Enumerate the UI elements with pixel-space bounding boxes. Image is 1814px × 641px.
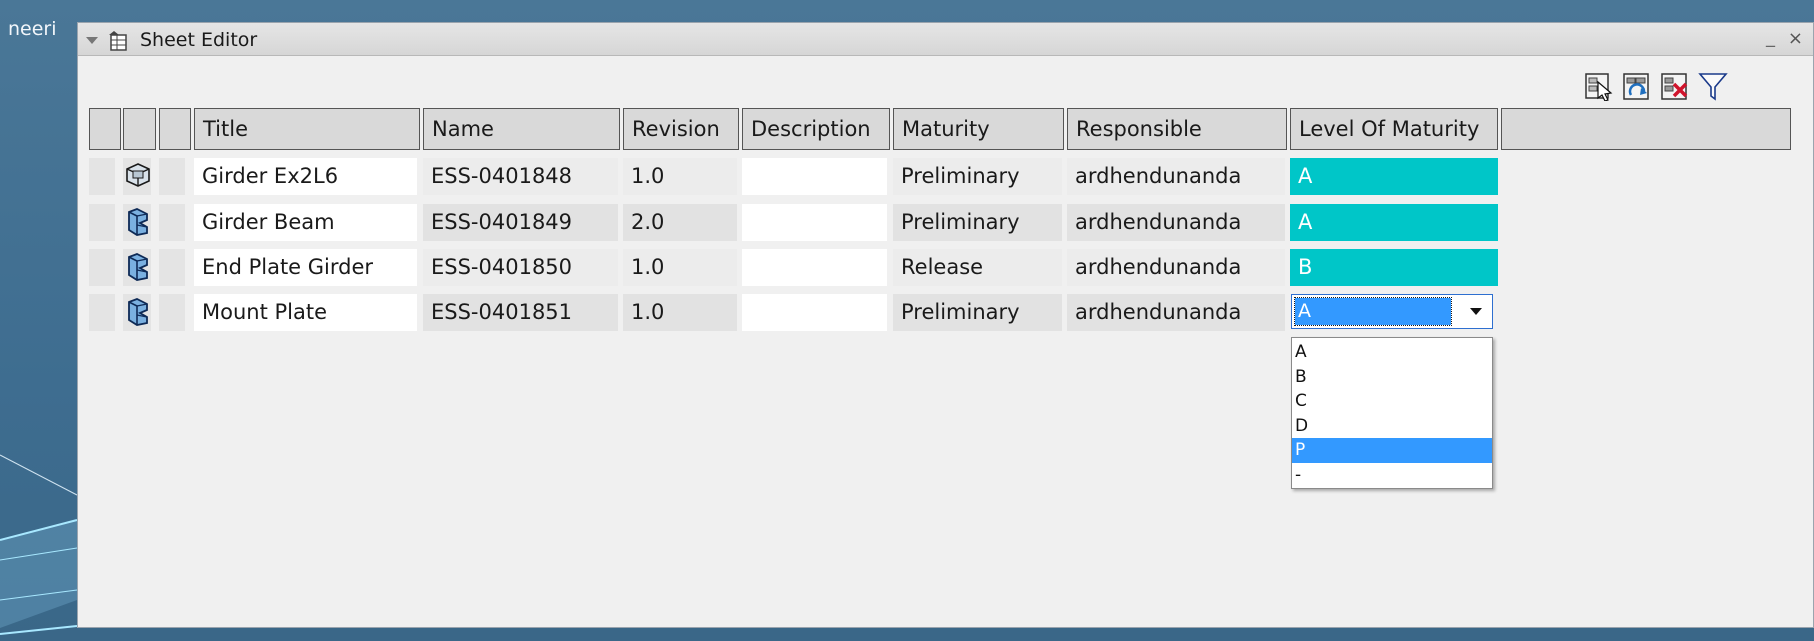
dropdown-option[interactable]: P (1292, 438, 1492, 463)
cell-title[interactable]: Girder Beam (194, 204, 417, 241)
row-selector[interactable] (89, 294, 115, 331)
product-icon (125, 162, 151, 192)
cell-description[interactable] (742, 204, 887, 241)
dropdown-option[interactable]: C (1292, 389, 1492, 414)
cell-revision[interactable]: 1.0 (623, 249, 737, 286)
cell-name[interactable]: ESS-0401849 (423, 204, 618, 241)
select-in-tree-icon (1585, 73, 1613, 101)
window-titlebar[interactable]: Sheet Editor _ × (78, 23, 1813, 56)
row-header-cell[interactable] (159, 158, 185, 195)
cell-maturity[interactable]: Preliminary (893, 158, 1062, 195)
chevron-down-icon (1470, 307, 1482, 315)
col-header-responsible[interactable]: Responsible (1067, 108, 1287, 150)
close-button[interactable]: × (1788, 28, 1803, 49)
cell-title[interactable]: Mount Plate (194, 294, 417, 331)
part-icon (125, 298, 151, 330)
row-header-cell[interactable] (159, 249, 185, 286)
row-selector[interactable] (89, 249, 115, 286)
cell-responsible[interactable]: ardhendunanda (1067, 294, 1285, 331)
cell-revision[interactable]: 2.0 (623, 204, 737, 241)
rowhead-col-3[interactable] (159, 108, 191, 150)
col-header-description[interactable]: Description (742, 108, 890, 150)
col-header-title[interactable]: Title (194, 108, 420, 150)
cell-description[interactable] (742, 158, 887, 195)
refresh-sheet-icon (1623, 73, 1649, 100)
cell-description[interactable] (742, 249, 887, 286)
cell-responsible[interactable]: ardhendunanda (1067, 204, 1285, 241)
cell-level[interactable]: A (1290, 204, 1498, 241)
row-header-cell[interactable] (159, 204, 185, 241)
cell-name[interactable]: ESS-0401850 (423, 249, 618, 286)
level-of-maturity-combobox[interactable]: A (1291, 294, 1493, 329)
cell-revision[interactable]: 1.0 (623, 294, 737, 331)
cell-revision[interactable]: 1.0 (623, 158, 737, 195)
dropdown-option[interactable]: - (1292, 463, 1492, 488)
combobox-dropdown-button[interactable] (1464, 298, 1488, 325)
cell-responsible[interactable]: ardhendunanda (1067, 158, 1285, 195)
remove-rows-button[interactable] (1658, 69, 1692, 103)
part-icon (125, 208, 151, 240)
cell-level[interactable]: B (1290, 249, 1498, 286)
refresh-sheet-button[interactable] (1620, 69, 1654, 103)
col-header-revision[interactable]: Revision (623, 108, 739, 150)
col-header-level[interactable]: Level Of Maturity (1290, 108, 1498, 150)
filter-icon (1698, 73, 1728, 101)
row-header-cell[interactable] (159, 294, 185, 331)
dropdown-option[interactable]: B (1292, 365, 1492, 390)
minimize-button[interactable]: _ (1766, 27, 1775, 48)
rowhead-col-2[interactable] (123, 108, 156, 150)
collapse-arrow-icon[interactable] (86, 37, 98, 45)
cell-name[interactable]: ESS-0401848 (423, 158, 618, 195)
cell-title[interactable]: Girder Ex2L6 (194, 158, 417, 195)
dropdown-option[interactable]: D (1292, 414, 1492, 439)
col-header-name[interactable]: Name (423, 108, 620, 150)
cell-maturity[interactable]: Preliminary (893, 204, 1062, 241)
remove-rows-icon (1661, 73, 1688, 100)
row-selector[interactable] (89, 158, 115, 195)
col-header-spare[interactable] (1501, 108, 1791, 150)
window-title: Sheet Editor (140, 29, 258, 51)
dropdown-option[interactable]: A (1292, 340, 1492, 365)
filter-button[interactable] (1696, 69, 1730, 103)
sheet-editor-window[interactable]: Sheet Editor _ × Title Name Revision Des… (77, 22, 1814, 628)
cell-maturity[interactable]: Preliminary (893, 294, 1062, 331)
cell-name[interactable]: ESS-0401851 (423, 294, 618, 331)
cell-maturity[interactable]: Release (893, 249, 1062, 286)
row-selector[interactable] (89, 204, 115, 241)
background-app-label: neeri (8, 18, 57, 40)
col-header-maturity[interactable]: Maturity (893, 108, 1064, 150)
sheet-toolbar (1582, 69, 1730, 105)
select-in-tree-button[interactable] (1582, 69, 1616, 103)
level-of-maturity-options: ABCDP- (1291, 337, 1493, 489)
cell-responsible[interactable]: ardhendunanda (1067, 249, 1285, 286)
cell-description[interactable] (742, 294, 887, 331)
combobox-selected-value[interactable]: A (1294, 297, 1452, 326)
part-icon (125, 253, 151, 285)
sheet-editor-icon (109, 31, 127, 51)
cell-title[interactable]: End Plate Girder (194, 249, 417, 286)
rowhead-col-1[interactable] (89, 108, 121, 150)
cell-level[interactable]: A (1290, 158, 1498, 195)
